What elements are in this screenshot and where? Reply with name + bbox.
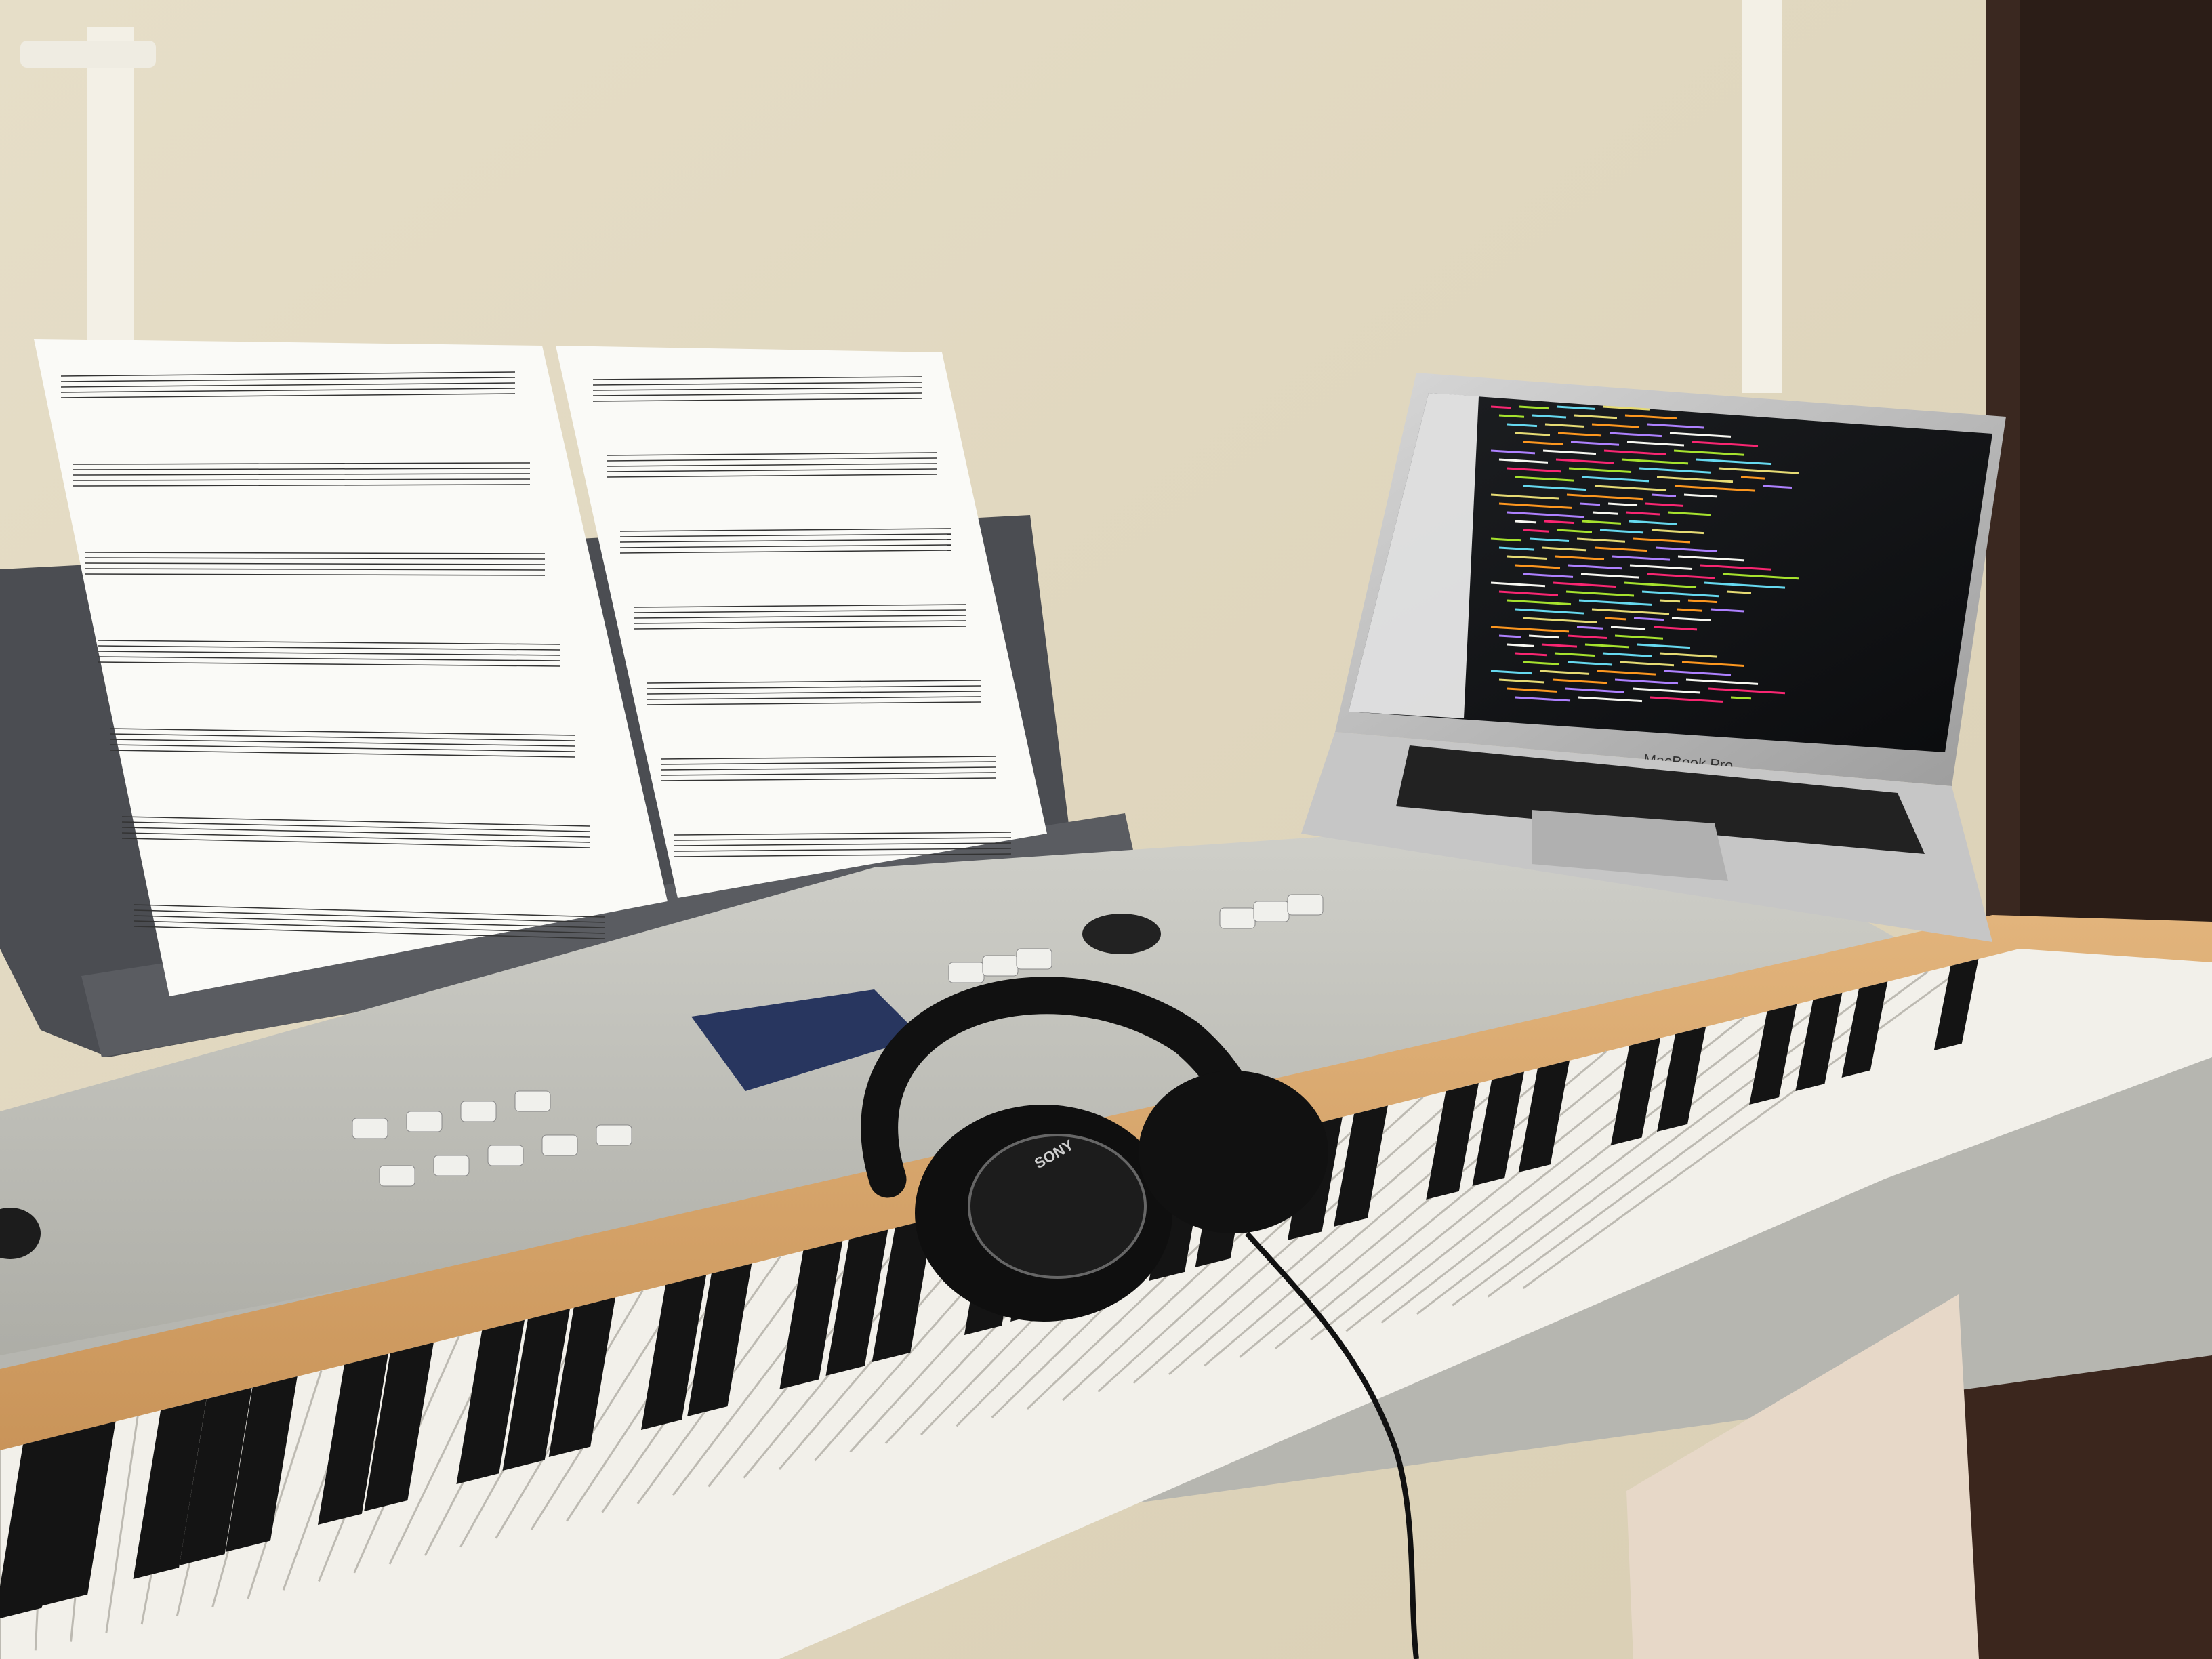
panel-button (1016, 948, 1052, 970)
panel-button (1287, 894, 1324, 916)
wall-pipe-bracket (20, 41, 156, 68)
wall-pipe-left (87, 27, 134, 380)
panel-button (596, 1124, 632, 1146)
panel-button (460, 1101, 497, 1122)
code-line (1579, 502, 1601, 506)
code-line (1740, 476, 1765, 480)
panel-button (433, 1155, 470, 1176)
panel-button (948, 962, 985, 983)
code-line (1659, 599, 1681, 603)
code-line (1490, 405, 1512, 409)
code-line (1515, 520, 1537, 524)
photo-scene: MacBook Pro SONY (0, 0, 2212, 1659)
headphones-earcup-right (1139, 1071, 1328, 1233)
keyboard-dial (1082, 914, 1161, 954)
panel-button (1253, 901, 1290, 922)
code-line (1604, 617, 1626, 621)
panel-button (406, 1111, 443, 1132)
panel-button (514, 1090, 551, 1112)
panel-button (352, 1118, 388, 1139)
panel-button (379, 1165, 415, 1187)
code-line (1498, 634, 1521, 638)
wall-pipe-right (1742, 0, 1782, 393)
panel-button (487, 1145, 524, 1166)
panel-button (541, 1134, 578, 1156)
code-line (1730, 696, 1752, 700)
panel-button (1219, 907, 1256, 929)
panel-button (982, 955, 1019, 977)
